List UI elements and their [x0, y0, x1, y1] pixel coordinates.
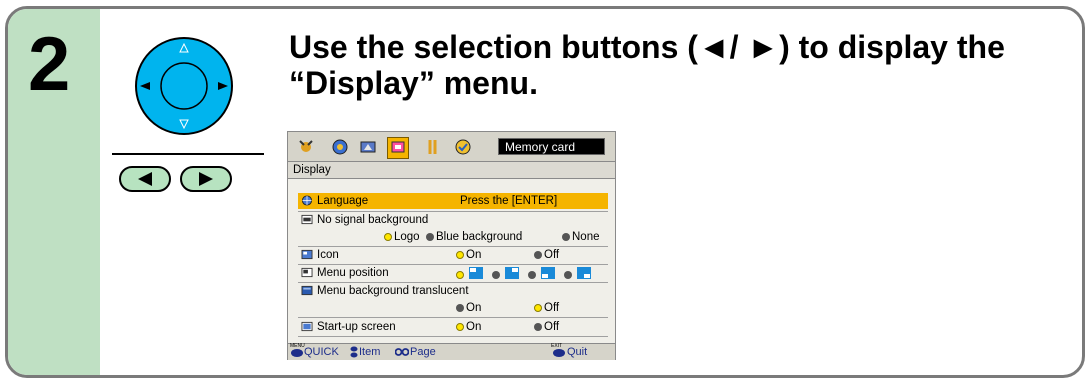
position-bottom-left-option[interactable]: [528, 267, 556, 283]
radio-unselected-icon: [564, 271, 572, 279]
menu-position-label: Menu position: [317, 267, 389, 279]
right-arrow-icon: [199, 172, 213, 186]
image-icon[interactable]: [358, 137, 378, 157]
radio-selected-icon: [534, 304, 542, 312]
instruction-line-1: Use the selection buttons (◄/ ►) to disp…: [289, 29, 1005, 65]
position-top-right-icon: [505, 267, 520, 279]
menu-background-on-option[interactable]: On: [456, 300, 481, 316]
radio-selected-icon: [456, 323, 464, 331]
right-arrow-button[interactable]: [180, 166, 232, 192]
menu-key-icon: [291, 349, 303, 357]
language-value: Press the [ENTER]: [460, 195, 558, 207]
dpad-icon: [135, 37, 233, 135]
startup-screen-icon: [301, 321, 313, 332]
icon-row[interactable]: Icon On Off: [298, 247, 608, 263]
radio-unselected-icon: [534, 251, 542, 259]
no-signal-label: No signal background: [317, 214, 429, 226]
separator: [298, 336, 608, 337]
language-label: Language: [317, 195, 369, 207]
none-option[interactable]: None: [562, 229, 600, 245]
logo-option[interactable]: Logo: [384, 229, 420, 245]
position-top-right-option[interactable]: [492, 267, 520, 283]
setup-icon[interactable]: [424, 137, 444, 157]
icon-off-option[interactable]: Off: [534, 247, 559, 263]
menu-position-icon: [301, 267, 313, 278]
divider-line: [112, 153, 264, 155]
menu-background-off-option[interactable]: Off: [534, 300, 559, 316]
position-bottom-right-option[interactable]: [564, 267, 592, 283]
item-key-icon: [350, 346, 358, 358]
icon-label: Icon: [317, 249, 339, 261]
menu-background-label: Menu background translucent: [317, 285, 469, 297]
left-arrow-icon: [138, 172, 152, 186]
item-hint: Item: [359, 346, 381, 358]
position-bottom-right-icon: [577, 267, 592, 279]
icon-on-option[interactable]: On: [456, 247, 481, 263]
osd-menu-title: Display: [288, 162, 615, 179]
radio-unselected-icon: [492, 271, 500, 279]
no-signal-row[interactable]: No signal background: [298, 212, 608, 228]
radio-unselected-icon: [562, 233, 570, 241]
step-number: 2: [28, 22, 71, 107]
page-key-icon: [395, 348, 409, 356]
startup-screen-row[interactable]: Start-up screen On Off: [298, 319, 608, 335]
display-icon[interactable]: [387, 137, 409, 159]
osd-hint-bar: MENU QUICK Item Page EXIT Quit: [288, 343, 615, 360]
page-hint: Page: [410, 346, 436, 358]
position-top-left-icon: [469, 267, 484, 279]
instruction-panel: 2 Use the selection buttons (◄/ ►) to di…: [5, 6, 1085, 378]
osd-menu: Memory card Display Language Press the […: [287, 131, 616, 360]
left-arrow-button[interactable]: [119, 166, 171, 192]
startup-on-option[interactable]: On: [456, 319, 481, 335]
instruction-title: Use the selection buttons (◄/ ►) to disp…: [289, 29, 1079, 101]
picture-icon[interactable]: [296, 137, 316, 157]
color-icon[interactable]: [330, 137, 350, 157]
language-row[interactable]: Language Press the [ENTER]: [298, 193, 608, 209]
radio-unselected-icon: [534, 323, 542, 331]
position-bottom-left-icon: [541, 267, 556, 279]
menu-background-row[interactable]: Menu background translucent: [298, 283, 608, 299]
position-top-left-option[interactable]: [456, 267, 484, 283]
memory-icon[interactable]: [453, 137, 473, 157]
quick-hint: QUICK: [304, 346, 339, 358]
blue-background-option[interactable]: Blue background: [426, 229, 522, 245]
menu-background-icon: [301, 285, 313, 296]
osd-tab-bar: Memory card: [288, 132, 615, 162]
startup-screen-label: Start-up screen: [317, 321, 396, 333]
menu-background-options: On Off: [298, 300, 608, 316]
startup-off-option[interactable]: Off: [534, 319, 559, 335]
radio-unselected-icon: [528, 271, 536, 279]
globe-icon: [301, 195, 313, 206]
separator: [298, 317, 608, 318]
no-signal-icon: [301, 214, 313, 225]
menu-position-row[interactable]: Menu position: [298, 265, 608, 281]
instruction-line-2: “Display” menu.: [289, 65, 538, 101]
radio-unselected-icon: [426, 233, 434, 241]
quit-hint: Quit: [567, 346, 588, 358]
radio-selected-icon: [384, 233, 392, 241]
radio-selected-icon: [456, 271, 464, 279]
no-signal-options: Logo Blue background None: [298, 229, 608, 245]
exit-key-icon: [553, 349, 565, 357]
radio-selected-icon: [456, 251, 464, 259]
memory-card-tab[interactable]: Memory card: [498, 138, 605, 155]
radio-unselected-icon: [456, 304, 464, 312]
icon-setting-icon: [301, 249, 313, 260]
